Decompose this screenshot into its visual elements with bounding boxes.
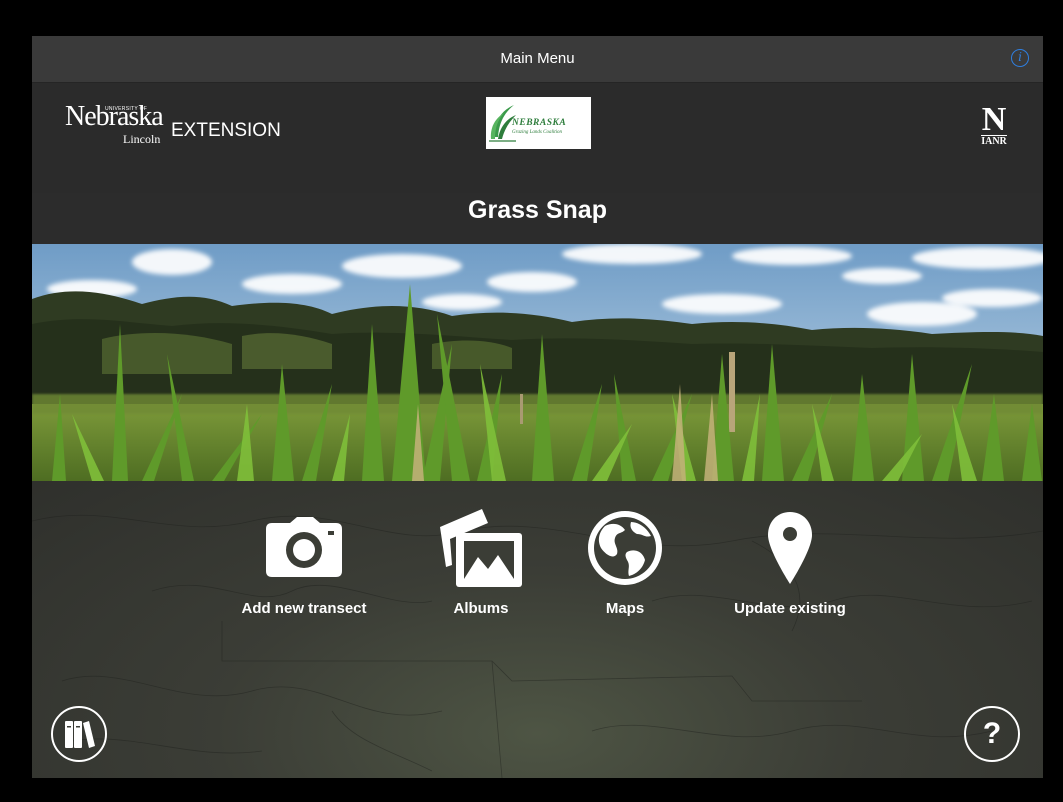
nav-title: Main Menu [500,50,575,67]
grass-field-hero-image [32,244,1043,481]
update-existing-button[interactable]: Update existing [700,498,880,617]
grazing-lands-coalition-logo: NEBRASKA Grazing Lands Coalition [486,97,591,149]
globe-icon [588,511,662,585]
unl-extension-logo: Nebraska UNIVERSITY OF Lincoln EXTENSION [65,101,281,146]
menu-panel: Add new transect Albums Maps Update exis… [32,481,1043,778]
maps-button[interactable]: Maps [535,498,715,617]
logo-lincoln-text: Lincoln [123,132,161,146]
logo-extension-text: EXTENSION [171,120,281,141]
add-new-transect-button[interactable]: Add new transect [214,498,394,617]
camera-icon [266,517,342,577]
app-title: Grass Snap [468,196,607,224]
nav-bar: Main Menu i [32,36,1043,83]
grazing-logo-name: NEBRASKA [512,118,567,128]
help-icon: ? [982,717,1002,750]
ianr-logo: N IANR [974,101,1014,147]
library-button[interactable] [51,706,107,762]
add-new-transect-label: Add new transect [241,600,367,617]
ianr-n-letter: N [981,101,1007,138]
grazing-logo-tagline: Grazing Lands Coalition [512,130,563,135]
update-existing-label: Update existing [734,600,846,617]
map-pin-icon [768,512,812,584]
ianr-text: IANR [981,135,1007,147]
app-window: Main Menu i Nebraska UNIVERSITY OF Linco… [32,36,1043,778]
library-books-icon [65,721,95,748]
logo-university-of-text: UNIVERSITY OF [105,106,148,112]
maps-label: Maps [605,600,645,617]
photo-albums-icon [440,509,522,587]
help-button[interactable]: ? [964,706,1020,762]
logo-bar: Nebraska UNIVERSITY OF Lincoln EXTENSION… [32,83,1043,193]
info-icon[interactable]: i [1011,49,1029,67]
